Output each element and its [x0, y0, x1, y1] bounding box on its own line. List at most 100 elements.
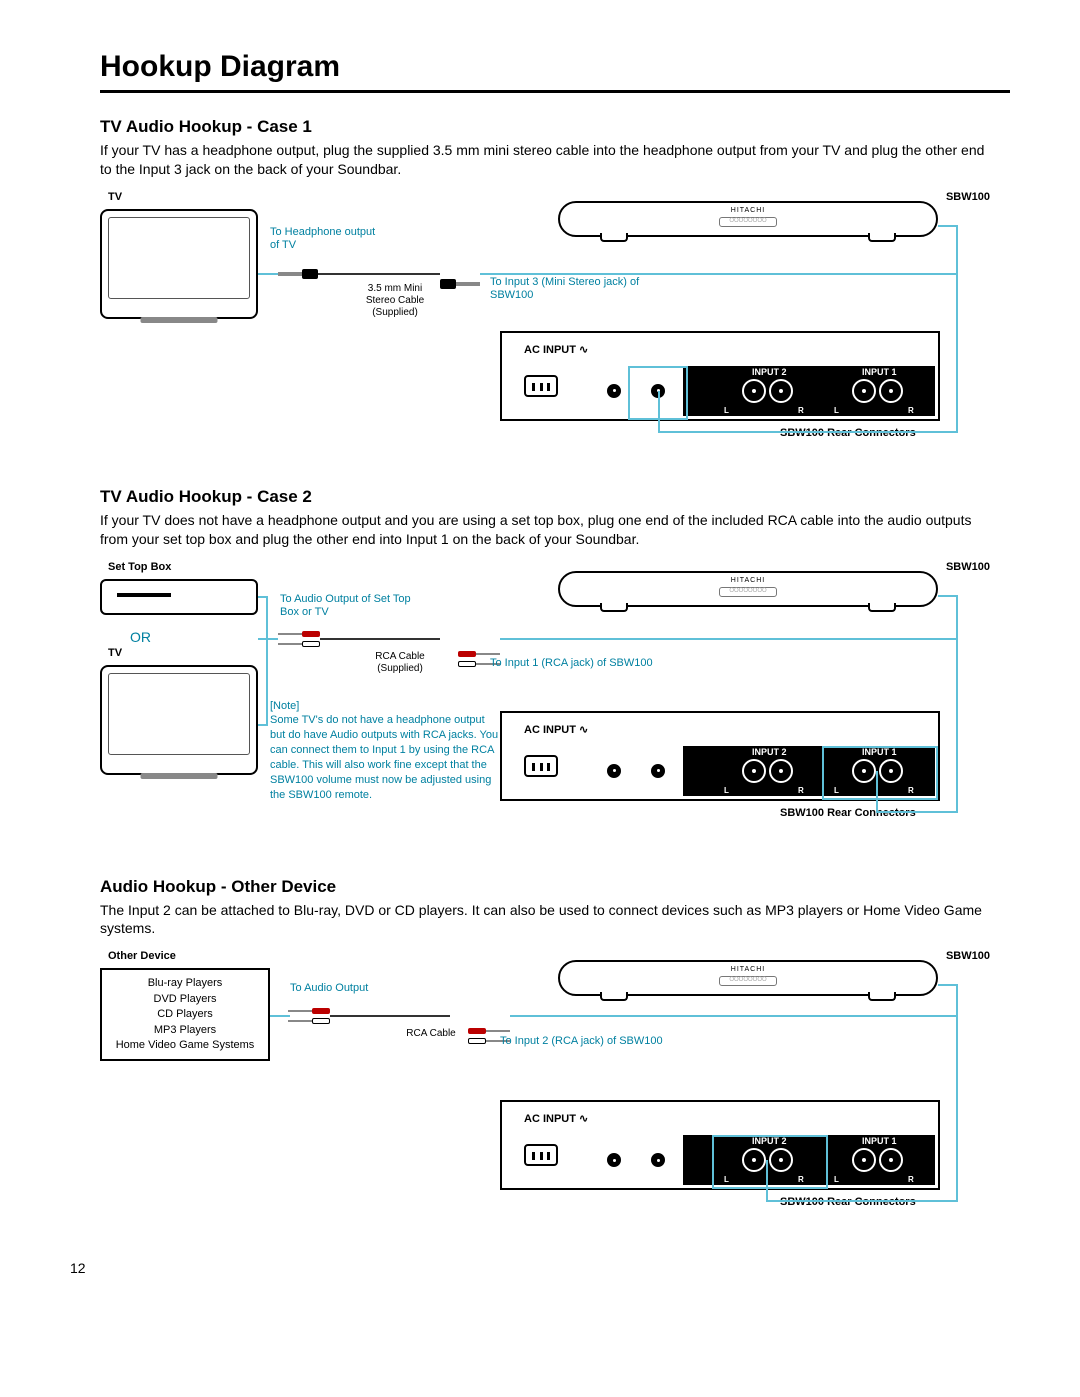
soundbar-icon: HITACHI OOOOOOOO	[558, 201, 938, 237]
ac-port-2	[524, 755, 558, 777]
lr9: L	[834, 1175, 839, 1184]
w3e	[766, 1200, 958, 1202]
other-device-label: Other Device	[108, 950, 176, 962]
w3c	[956, 984, 958, 1202]
rca-wire	[320, 638, 440, 640]
p3c	[742, 1148, 766, 1172]
p2d	[769, 759, 793, 783]
or-label: OR	[130, 629, 151, 645]
wire-left-stub	[258, 273, 278, 275]
ac-3: AC INPUT ∿	[524, 1112, 588, 1125]
ac-port-3	[524, 1144, 558, 1166]
p3e	[852, 1148, 876, 1172]
soundbar-icon-3: HITACHI OOOOOOOO	[558, 960, 938, 996]
input2-l-port	[742, 379, 766, 403]
brand-label: HITACHI	[731, 207, 765, 214]
w2d	[876, 811, 958, 813]
rear-panel: AC INPUT ∿ PAIRING INPUT 3 INPUT 2 INPUT…	[500, 331, 940, 421]
p3a	[605, 1151, 623, 1169]
w2e	[876, 771, 878, 813]
settop-label: Set Top Box	[108, 561, 171, 573]
p3d	[769, 1148, 793, 1172]
diagram-case1: TV SBW100 HITACHI OOOOOOOO AC INPUT ∿ PA…	[100, 191, 990, 461]
page-title: Hookup Diagram	[100, 50, 1010, 93]
p3b	[649, 1151, 667, 1169]
w2a	[500, 638, 958, 640]
sbw100-label: SBW100	[946, 191, 990, 203]
tv-icon-2	[100, 665, 258, 775]
p2a	[605, 762, 623, 780]
wire-v2	[658, 391, 660, 433]
ac-input-label: AC INPUT ∿	[524, 343, 588, 356]
callout-audio-out: To Audio Output	[290, 982, 368, 994]
tv-icon	[100, 209, 258, 319]
w3b	[510, 1015, 958, 1017]
lr4: R	[798, 786, 804, 795]
lr6: R	[908, 786, 914, 795]
pairing-port	[605, 382, 623, 400]
dev-2: DVD Players	[112, 992, 258, 1007]
ac-2: AC INPUT ∿	[524, 723, 588, 736]
callout-input2: To Input 2 (RCA jack) of SBW100	[500, 1035, 663, 1047]
rca-cable-label: RCA Cable (Supplied)	[360, 651, 440, 675]
w3a	[270, 1015, 290, 1017]
case2-heading: TV Audio Hookup - Case 2	[100, 487, 1010, 507]
diagram-case2: Set Top Box OR TV SBW100 HITACHI OOOOOOO…	[100, 561, 990, 851]
soundbar-display-3: OOOOOOOO	[719, 976, 777, 986]
rear-caption-2: SBW100 Rear Connectors	[780, 807, 916, 819]
wire-h3	[658, 431, 958, 433]
cable-wire	[318, 273, 440, 275]
rca-wire-2	[330, 1015, 450, 1017]
rear-caption-3: SBW100 Rear Connectors	[780, 1196, 916, 1208]
lr-l2: L	[834, 406, 839, 415]
callout-input1: To Input 1 (RCA jack) of SBW100	[490, 657, 653, 669]
rear-panel-2: AC INPUT ∿ PAIRING INPUT 3 INPUT 2 INPUT…	[500, 711, 940, 801]
p2e	[852, 759, 876, 783]
w2h	[258, 596, 268, 598]
callout-headphone: To Headphone output of TV	[270, 226, 380, 252]
cable-mini-label: 3.5 mm Mini Stereo Cable (Supplied)	[355, 283, 435, 319]
lr7: L	[724, 1175, 729, 1184]
dev-1: Blu-ray Players	[112, 976, 258, 991]
lr8: R	[798, 1175, 804, 1184]
case1-heading: TV Audio Hookup - Case 1	[100, 117, 1010, 137]
ac-port-icon	[524, 375, 558, 397]
brand-3: HITACHI	[731, 966, 765, 973]
p3f	[879, 1148, 903, 1172]
rear-caption: SBW100 Rear Connectors	[780, 427, 916, 439]
case2-body: If your TV does not have a headphone out…	[100, 511, 990, 549]
w2i	[258, 724, 268, 726]
tv-label-2: TV	[108, 647, 122, 659]
mini-plug-left-icon	[278, 269, 318, 279]
lr10: R	[908, 1175, 914, 1184]
w2f	[258, 638, 278, 640]
case3-body: The Input 2 can be attached to Blu-ray, …	[100, 901, 990, 939]
note-label: [Note]	[270, 700, 299, 712]
tv-label: TV	[108, 191, 122, 203]
p2f	[879, 759, 903, 783]
case1-body: If your TV has a headphone output, plug …	[100, 141, 990, 179]
p2b	[649, 762, 667, 780]
rca-cable-label-2: RCA Cable	[396, 1028, 466, 1040]
settop-icon	[100, 579, 258, 615]
dev-4: MP3 Players	[112, 1023, 258, 1038]
soundbar-display-2: OOOOOOOO	[719, 587, 777, 597]
dev-5: Home Video Game Systems	[112, 1038, 258, 1053]
wire-h1	[480, 273, 958, 275]
diagram-case3: Other Device Blu-ray Players DVD Players…	[100, 950, 990, 1230]
lr-r: R	[798, 406, 804, 415]
case3-heading: Audio Hookup - Other Device	[100, 877, 1010, 897]
w2b	[956, 595, 958, 813]
w2g	[266, 596, 268, 726]
note-body: Some TV's do not have a headphone output…	[270, 714, 498, 800]
lr5: L	[834, 786, 839, 795]
mini-plug-right-icon	[440, 279, 480, 289]
w3f	[766, 1160, 768, 1202]
lr-r2: R	[908, 406, 914, 415]
dev-3: CD Players	[112, 1007, 258, 1022]
lr-l: L	[724, 406, 729, 415]
brand-2: HITACHI	[731, 577, 765, 584]
callout-input3: To Input 3 (Mini Stereo jack) of SBW100	[490, 276, 670, 302]
wire-v1	[956, 225, 958, 433]
lr3: L	[724, 786, 729, 795]
